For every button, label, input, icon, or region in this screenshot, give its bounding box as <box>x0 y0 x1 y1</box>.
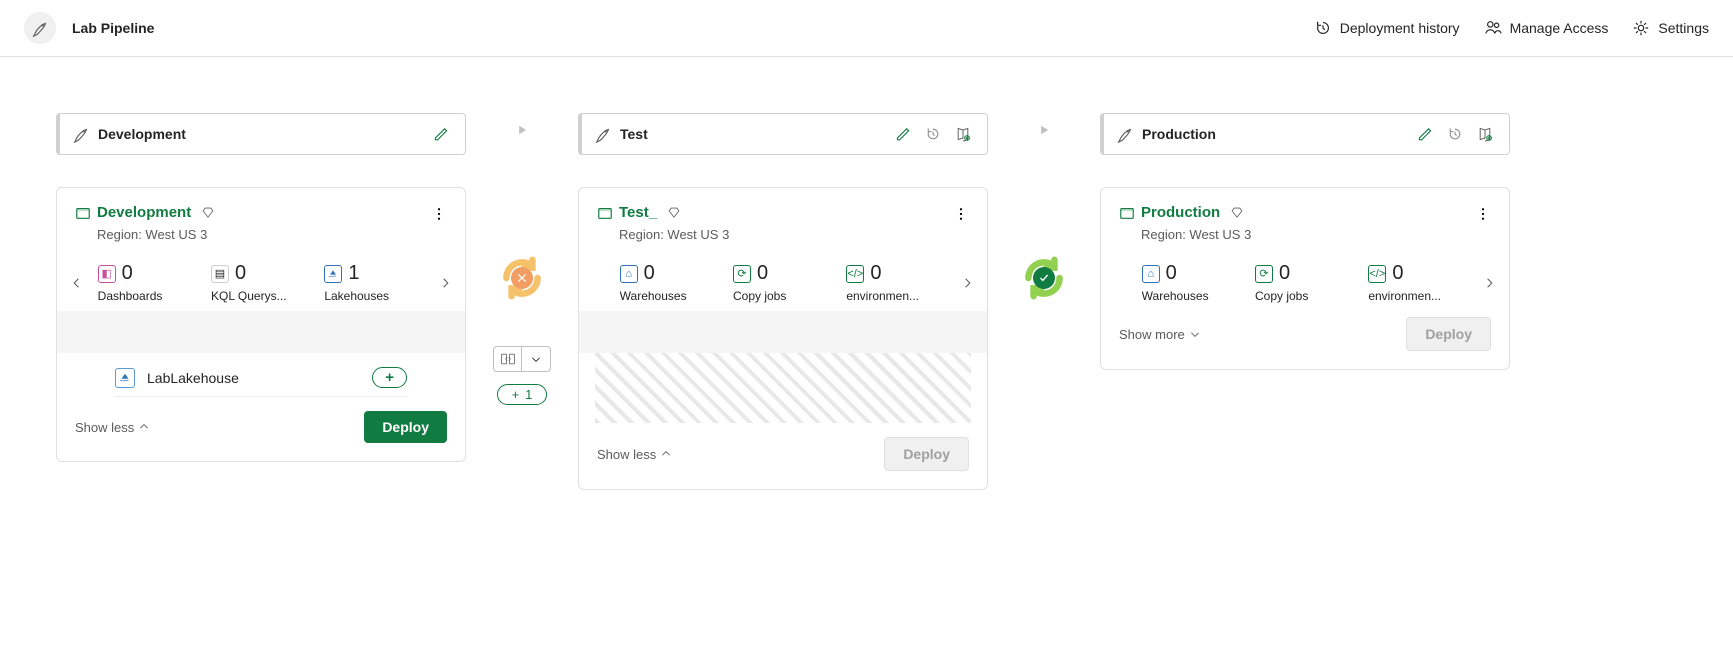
metrics-scroll-left[interactable] <box>63 263 91 303</box>
stage-menu-button[interactable] <box>949 202 973 226</box>
workspace-region: Region: West US 3 <box>597 227 969 242</box>
lakehouse-icon <box>115 368 135 388</box>
metric-lakehouses[interactable]: 1 Lakehouses <box>324 262 424 303</box>
stages-container: Development Development Region: West US … <box>0 57 1733 514</box>
metric-copy-jobs[interactable]: ⟳0 Copy jobs <box>733 262 833 303</box>
diff-count-pill[interactable]: +1 <box>497 384 548 405</box>
connector-test-prod <box>1004 113 1084 304</box>
stage-development: Development Development Region: West US … <box>56 113 466 462</box>
workspace-region: Region: West US 3 <box>1119 227 1491 242</box>
stage-history-button[interactable] <box>921 122 945 146</box>
deploy-button-test: Deploy <box>884 437 969 471</box>
history-icon <box>1314 19 1332 37</box>
manage-access-label: Manage Access <box>1510 20 1609 36</box>
workspace-region: Region: West US 3 <box>75 227 447 242</box>
edit-stage-button[interactable] <box>429 122 453 146</box>
metrics-scroll-right[interactable] <box>1475 263 1503 303</box>
rocket-icon <box>594 125 612 143</box>
workspace-link-development[interactable]: Development <box>75 204 447 221</box>
stage-history-button[interactable] <box>1443 122 1467 146</box>
stage-name-development: Development <box>98 126 429 142</box>
item-list-header <box>579 311 987 353</box>
compare-button[interactable] <box>493 346 551 372</box>
stage-rules-button[interactable] <box>951 122 975 146</box>
metrics-scroll-right[interactable] <box>431 263 459 303</box>
connector-dev-test: +1 <box>482 113 562 405</box>
settings-link[interactable]: Settings <box>1632 19 1709 37</box>
metric-copy-jobs[interactable]: ⟳0 Copy jobs <box>1255 262 1355 303</box>
stage-card-production: Production Region: West US 3 ⌂0 Warehous… <box>1100 187 1510 370</box>
workspace-link-production[interactable]: Production <box>1119 204 1491 221</box>
item-row-lablakehouse[interactable]: LabLakehouse + <box>115 353 407 397</box>
sync-status-ok[interactable] <box>1018 252 1070 304</box>
metrics-scroll-right[interactable] <box>953 263 981 303</box>
people-icon <box>1484 19 1502 37</box>
stage-name-production: Production <box>1142 126 1413 142</box>
item-name: LabLakehouse <box>147 370 360 386</box>
sync-fail-icon <box>511 267 533 289</box>
settings-label: Settings <box>1658 20 1709 36</box>
rocket-icon <box>1116 125 1134 143</box>
show-less-toggle[interactable]: Show less <box>597 447 672 462</box>
gear-icon <box>1632 19 1650 37</box>
show-more-toggle[interactable]: Show more <box>1119 327 1201 342</box>
workspace-icon <box>1119 205 1135 221</box>
stage-menu-button[interactable] <box>427 202 451 226</box>
stage-rules-button[interactable] <box>1473 122 1497 146</box>
workspace-name: Test_ <box>619 204 657 221</box>
topbar: Lab Pipeline Deployment history Manage A… <box>0 0 1733 57</box>
show-less-toggle[interactable]: Show less <box>75 420 150 435</box>
stage-arrow-icon <box>1037 123 1051 140</box>
stage-header-production: Production <box>1100 113 1510 155</box>
metric-environments[interactable]: </>0 environmen... <box>1368 262 1468 303</box>
deploy-button-production: Deploy <box>1406 317 1491 351</box>
workspace-icon <box>75 205 91 221</box>
edit-stage-button[interactable] <box>1413 122 1437 146</box>
deployment-history-link[interactable]: Deployment history <box>1314 19 1460 37</box>
gem-icon <box>667 206 681 220</box>
metric-warehouses[interactable]: ⌂0 Warehouses <box>1142 262 1242 303</box>
metric-kql-querysets[interactable]: ▤0 KQL Querys... <box>211 262 311 303</box>
deployment-history-label: Deployment history <box>1340 20 1460 36</box>
edit-stage-button[interactable] <box>891 122 915 146</box>
stage-card-test: Test_ Region: West US 3 ⌂0 Warehouses ⟳0… <box>578 187 988 490</box>
metric-dashboards[interactable]: ◧0 Dashboards <box>98 262 198 303</box>
pipeline-icon <box>24 12 56 44</box>
pipeline-title: Lab Pipeline <box>72 20 154 36</box>
stage-header-development: Development <box>56 113 466 155</box>
stage-arrow-icon <box>515 123 529 140</box>
sync-ok-icon <box>1033 267 1055 289</box>
workspace-link-test[interactable]: Test_ <box>597 204 969 221</box>
metric-warehouses[interactable]: ⌂0 Warehouses <box>620 262 720 303</box>
stage-card-development: Development Region: West US 3 ◧0 Dashboa… <box>56 187 466 462</box>
empty-list-placeholder <box>595 353 971 423</box>
stage-name-test: Test <box>620 126 891 142</box>
manage-access-link[interactable]: Manage Access <box>1484 19 1609 37</box>
gem-icon <box>201 206 215 220</box>
workspace-icon <box>597 205 613 221</box>
stage-header-test: Test <box>578 113 988 155</box>
add-item-button[interactable]: + <box>372 367 407 388</box>
stage-production: Production Production Region: West US 3 <box>1100 113 1510 370</box>
rocket-icon <box>72 125 90 143</box>
sync-status-fail[interactable] <box>496 252 548 304</box>
gem-icon <box>1230 206 1244 220</box>
deploy-button-development[interactable]: Deploy <box>364 411 447 443</box>
stage-menu-button[interactable] <box>1471 202 1495 226</box>
metric-environments[interactable]: </>0 environmen... <box>846 262 946 303</box>
workspace-name: Development <box>97 204 191 221</box>
stage-test: Test Test_ Region: West US 3 <box>578 113 988 490</box>
item-list-header <box>57 311 465 353</box>
workspace-name: Production <box>1141 204 1220 221</box>
